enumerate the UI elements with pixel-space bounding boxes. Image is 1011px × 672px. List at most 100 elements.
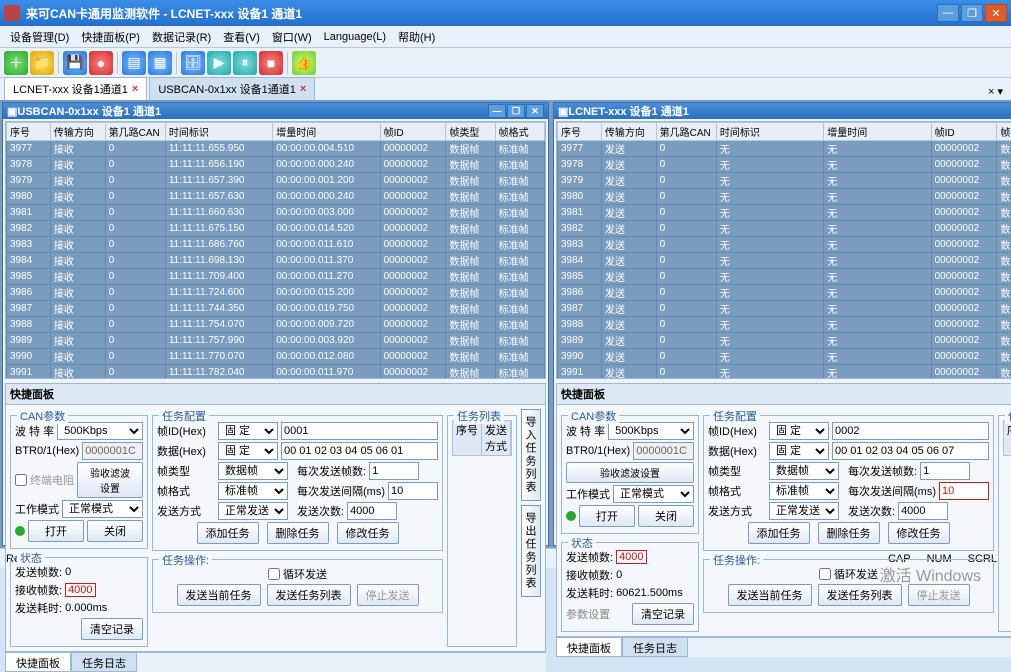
ftype-select[interactable]: 数据帧: [218, 462, 288, 480]
table-row[interactable]: 3977发送0无无00000002数据帧标准帧: [558, 141, 1011, 157]
grid-header[interactable]: 序号: [558, 123, 602, 141]
maximize-button[interactable]: ❐: [961, 4, 983, 22]
preview-icon[interactable]: ▤: [122, 51, 146, 75]
table-row[interactable]: 3979接收011:11:11.657.39000:00:00.001.2000…: [7, 173, 545, 189]
table-row[interactable]: 3977接收011:11:11.655.95000:00:00.004.5100…: [7, 141, 545, 157]
table-row[interactable]: 3989发送0无无00000002数据帧标准帧: [558, 333, 1011, 349]
grid-header[interactable]: 帧ID: [931, 123, 997, 141]
menu-item[interactable]: 设备管理(D): [4, 27, 75, 47]
menu-item[interactable]: 帮助(H): [392, 27, 441, 47]
mode-select[interactable]: 正常模式: [613, 485, 694, 503]
add-task-button[interactable]: 添加任务: [197, 522, 259, 544]
count-input[interactable]: [347, 502, 397, 520]
period-input[interactable]: [388, 482, 438, 500]
ftype-select[interactable]: 数据帧: [769, 462, 839, 480]
grid-header[interactable]: 增量时间: [273, 123, 380, 141]
menu-item[interactable]: 快捷面板(P): [75, 27, 146, 47]
table-row[interactable]: 3988接收011:11:11.754.07000:00:00.009.7200…: [7, 317, 545, 333]
fid-mode-select[interactable]: 固 定: [769, 422, 829, 440]
bottom-tab[interactable]: 快捷面板: [5, 653, 71, 672]
bottom-tab[interactable]: 任务日志: [622, 638, 688, 657]
stop-send-button[interactable]: 停止发送: [908, 584, 970, 606]
data-grid[interactable]: 序号传输方向第几路CAN时间标识增量时间帧ID帧类型帧格式3977接收011:1…: [5, 121, 546, 379]
child-max-button[interactable]: ❐: [507, 104, 525, 118]
grid-header[interactable]: 第几路CAN: [105, 123, 165, 141]
bottom-tab[interactable]: 快捷面板: [556, 638, 622, 657]
window-icon[interactable]: ▦: [148, 51, 172, 75]
table-row[interactable]: 3990接收011:11:11.770.07000:00:00.012.0800…: [7, 349, 545, 365]
table-row[interactable]: 3980发送0无无00000002数据帧标准帧: [558, 189, 1011, 205]
table-row[interactable]: 3984接收011:11:11.698.13000:00:00.011.3700…: [7, 253, 545, 269]
del-task-button[interactable]: 删除任务: [267, 522, 329, 544]
loop-checkbox[interactable]: [819, 568, 831, 580]
table-row[interactable]: 3982接收011:11:11.675.15000:00:00.014.5200…: [7, 221, 545, 237]
baud-select[interactable]: 500Kbps: [57, 422, 143, 440]
pause-icon[interactable]: ⏸: [233, 51, 257, 75]
db-icon[interactable]: 🗄: [181, 51, 205, 75]
tabs-menu-icon[interactable]: × ▾: [984, 83, 1007, 100]
add-task-button[interactable]: 添加任务: [748, 522, 810, 544]
grid-header[interactable]: 第几路CAN: [656, 123, 716, 141]
table-row[interactable]: 3980接收011:11:11.657.63000:00:00.000.2400…: [7, 189, 545, 205]
smode-select[interactable]: 正常发送: [218, 502, 288, 520]
baud-select[interactable]: 500Kbps: [608, 422, 694, 440]
edit-task-button[interactable]: 修改任务: [337, 522, 399, 544]
clear-button[interactable]: 清空记录: [632, 603, 694, 625]
period-input[interactable]: [939, 482, 989, 500]
del-task-button[interactable]: 删除任务: [818, 522, 880, 544]
child-close-button[interactable]: ✕: [526, 104, 544, 118]
data-input[interactable]: [281, 442, 438, 460]
grid-header[interactable]: 帧ID: [380, 123, 446, 141]
grid-header[interactable]: 传输方向: [50, 123, 105, 141]
table-row[interactable]: 3985接收011:11:11.709.40000:00:00.011.2700…: [7, 269, 545, 285]
table-row[interactable]: 3988发送0无无00000002数据帧标准帧: [558, 317, 1011, 333]
terminal-res-checkbox[interactable]: [15, 474, 27, 486]
table-row[interactable]: 3982发送0无无00000002数据帧标准帧: [558, 221, 1011, 237]
close-button[interactable]: 关闭: [87, 520, 143, 542]
table-row[interactable]: 3991接收011:11:11.782.04000:00:00.011.9700…: [7, 365, 545, 380]
fid-input[interactable]: [832, 422, 989, 440]
child-min-button[interactable]: ―: [488, 104, 506, 118]
loop-checkbox[interactable]: [268, 568, 280, 580]
close-button[interactable]: ✕: [985, 4, 1007, 22]
data-mode-select[interactable]: 固 定: [769, 442, 829, 460]
fid-mode-select[interactable]: 固 定: [218, 422, 278, 440]
open-button[interactable]: 打开: [28, 520, 84, 542]
open-button[interactable]: 打开: [579, 505, 635, 527]
grid-header[interactable]: 时间标识: [165, 123, 272, 141]
edit-task-button[interactable]: 修改任务: [888, 522, 950, 544]
table-row[interactable]: 3987发送0无无00000002数据帧标准帧: [558, 301, 1011, 317]
record-icon[interactable]: ●: [89, 51, 113, 75]
grid-header[interactable]: 帧类型: [446, 123, 495, 141]
table-row[interactable]: 3981发送0无无00000002数据帧标准帧: [558, 205, 1011, 221]
table-row[interactable]: 3986发送0无无00000002数据帧标准帧: [558, 285, 1011, 301]
save-icon[interactable]: 💾: [63, 51, 87, 75]
table-row[interactable]: 3978接收011:11:11.656.19000:00:00.000.2400…: [7, 157, 545, 173]
document-tab[interactable]: LCNET-xxx 设备1通道1×: [4, 77, 147, 100]
data-input[interactable]: [832, 442, 989, 460]
send-cur-button[interactable]: 发送当前任务: [728, 584, 812, 606]
table-row[interactable]: 3979发送0无无00000002数据帧标准帧: [558, 173, 1011, 189]
minimize-button[interactable]: ―: [937, 4, 959, 22]
import-tasklist-button[interactable]: 导入任务列表: [521, 409, 541, 501]
export-tasklist-button[interactable]: 导出任务列表: [521, 505, 541, 597]
grid-header[interactable]: 帧格式: [495, 123, 544, 141]
bottom-tab[interactable]: 任务日志: [71, 653, 137, 672]
grid-header[interactable]: 序号: [7, 123, 51, 141]
send-list-button[interactable]: 发送任务列表: [267, 584, 351, 606]
clear-button[interactable]: 清空记录: [81, 618, 143, 640]
count-input[interactable]: [898, 502, 948, 520]
table-row[interactable]: 3986接收011:11:11.724.60000:00:00.015.2000…: [7, 285, 545, 301]
tab-close-icon[interactable]: ×: [132, 83, 138, 95]
grid-header[interactable]: 时间标识: [716, 123, 823, 141]
ffmt-select[interactable]: 标准帧: [769, 482, 839, 500]
grid-header[interactable]: 传输方向: [601, 123, 656, 141]
menu-item[interactable]: Language(L): [318, 29, 392, 45]
table-row[interactable]: 3989接收011:11:11.757.99000:00:00.003.9200…: [7, 333, 545, 349]
table-row[interactable]: 3985发送0无无00000002数据帧标准帧: [558, 269, 1011, 285]
menu-item[interactable]: 查看(V): [217, 27, 266, 47]
play-icon[interactable]: ▶: [207, 51, 231, 75]
stop-send-button[interactable]: 停止发送: [357, 584, 419, 606]
fid-input[interactable]: [281, 422, 438, 440]
table-row[interactable]: 3984发送0无无00000002数据帧标准帧: [558, 253, 1011, 269]
